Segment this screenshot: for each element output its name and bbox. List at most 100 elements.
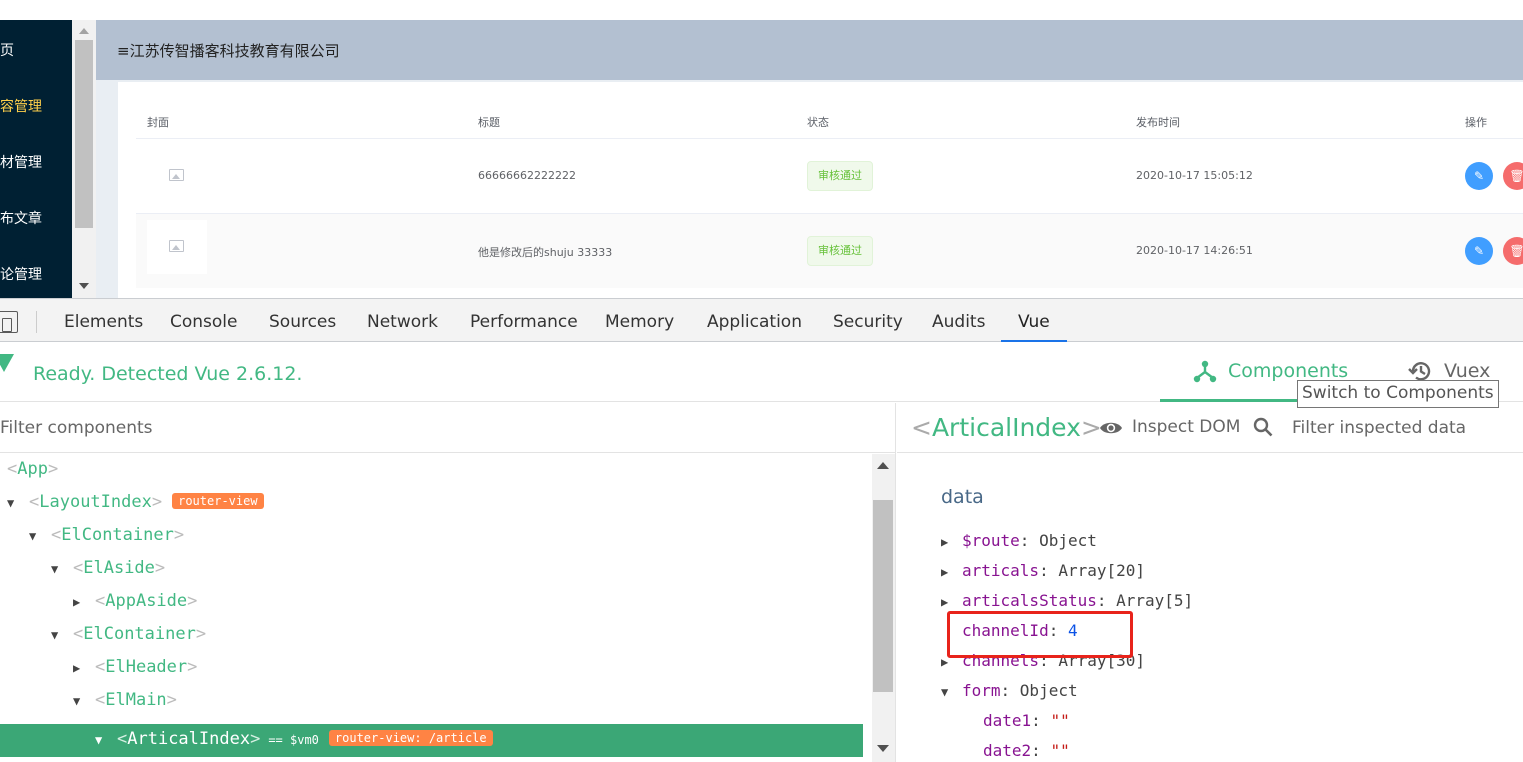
components-label: Components xyxy=(1228,360,1349,382)
edit-icon: ✎ xyxy=(1473,244,1485,258)
row-publish-time: 2020-10-17 15:05:12 xyxy=(1136,169,1253,182)
expand-toggle-icon[interactable]: ▼ xyxy=(95,733,109,747)
tab-vue[interactable]: Vue xyxy=(1018,312,1050,332)
tab-memory[interactable]: Memory xyxy=(605,312,674,332)
tree-node-articalindex[interactable]: ▼ <ArticalIndex> == $vm0 router-view: /arti… xyxy=(0,724,863,757)
tree-scrollbar[interactable] xyxy=(872,454,895,762)
tab-network[interactable]: Network xyxy=(367,312,438,332)
table-row: 他是修改后的shuju 33333 审核通过 2020-10-17 14:26:… xyxy=(136,213,1523,288)
app-header: ≡江苏传智播客科技教育有限公司 xyxy=(96,20,1523,80)
tree-node-elmain[interactable]: ▼ <ElMain> xyxy=(0,685,872,718)
component-tree: <App> ▼ <LayoutIndex> router-view ▼ <ElCont… xyxy=(0,454,872,762)
expand-toggle-icon[interactable]: ▼ xyxy=(73,694,87,708)
component-name: AppAside xyxy=(105,591,188,611)
row-publish-time: 2020-10-17 14:26:51 xyxy=(1136,244,1253,257)
sidebar-item-publish[interactable]: 发布文章 xyxy=(0,208,72,228)
router-view-badge: router-view: /article xyxy=(328,730,493,746)
delete-button[interactable]: 🗑 xyxy=(1503,237,1523,265)
tab-security[interactable]: Security xyxy=(833,312,903,332)
edit-button[interactable]: ✎ xyxy=(1465,162,1493,190)
expand-toggle-icon[interactable]: ▼ xyxy=(51,628,65,642)
row-title: 他是修改后的shuju 33333 xyxy=(478,246,613,259)
inspect-dom-button[interactable]: Inspect DOM xyxy=(1132,417,1240,437)
component-name: ElMain xyxy=(105,690,167,710)
scroll-down-icon[interactable] xyxy=(877,745,889,752)
sidebar-scrollbar[interactable] xyxy=(72,20,96,298)
data-property[interactable]: ▶ $route: Object xyxy=(941,531,1097,550)
edit-icon: ✎ xyxy=(1473,169,1485,183)
tab-audits[interactable]: Audits xyxy=(932,312,985,332)
component-name: ElContainer xyxy=(61,525,174,545)
vue-status-text: Ready. Detected Vue 2.6.12. xyxy=(33,363,303,385)
company-title[interactable]: ≡江苏传智播客科技教育有限公司 xyxy=(117,40,340,61)
component-name: App xyxy=(17,459,48,479)
sidebar-item-home[interactable]: 首页 xyxy=(0,40,72,60)
expand-toggle-icon[interactable]: ▼ xyxy=(51,562,65,576)
data-property[interactable]: ▶ articals: Array[20] xyxy=(941,561,1145,580)
components-nav-button[interactable]: Components xyxy=(1160,342,1348,402)
filter-inspected-input[interactable] xyxy=(1292,415,1522,441)
image-placeholder-icon xyxy=(169,169,184,181)
device-toggle-icon[interactable] xyxy=(0,311,18,333)
column-header-actions: 操作 xyxy=(1465,116,1487,129)
expand-toggle-icon[interactable]: ▼ xyxy=(29,529,43,543)
cover-image xyxy=(147,220,207,274)
sidebar: 首页 内容管理 素材管理 发布文章 评论管理 xyxy=(0,20,72,298)
tab-console[interactable]: Console xyxy=(170,312,238,332)
vue-logo-icon xyxy=(0,354,14,372)
tab-sources[interactable]: Sources xyxy=(269,312,336,332)
expand-toggle-icon[interactable]: ▶ xyxy=(73,595,87,609)
vuex-label: Vuex xyxy=(1444,360,1491,382)
table-row: 66666662222222 审核通过 2020-10-17 15:05:12 … xyxy=(136,138,1523,213)
search-icon xyxy=(1253,417,1273,437)
tree-node-layoutindex[interactable]: ▼ <LayoutIndex> router-view xyxy=(0,487,872,520)
tree-node-elheader[interactable]: ▶ <ElHeader> xyxy=(0,652,872,685)
data-property[interactable]: ▶ articalsStatus: Array[5] xyxy=(941,591,1193,610)
tab-application[interactable]: Application xyxy=(707,312,802,332)
edit-button[interactable]: ✎ xyxy=(1465,237,1493,265)
tab-elements[interactable]: Elements xyxy=(64,312,143,332)
data-property[interactable]: date1: "" xyxy=(962,711,1070,730)
scroll-up-icon[interactable] xyxy=(79,28,89,34)
tab-divider xyxy=(36,311,37,333)
inspector-pane: <ArticalIndex> Inspect DOM data ▶$route:… xyxy=(897,403,1523,762)
component-tree-pane: <App> ▼<LayoutIndex>router-view ▼<ElCont… xyxy=(0,403,896,762)
delete-button[interactable]: 🗑 xyxy=(1503,162,1523,190)
column-header-title: 标题 xyxy=(478,116,500,129)
tooltip: Switch to Components xyxy=(1297,380,1499,408)
status-badge: 审核通过 xyxy=(807,236,873,266)
sidebar-item-media[interactable]: 素材管理 xyxy=(0,152,72,172)
row-title: 66666662222222 xyxy=(478,169,576,182)
sidebar-item-comments[interactable]: 评论管理 xyxy=(0,264,72,284)
eye-icon[interactable] xyxy=(1099,419,1123,437)
main-container: ≡江苏传智播客科技教育有限公司 封面 标题 状态 发布时间 操作 6666666… xyxy=(96,20,1523,298)
scroll-up-icon[interactable] xyxy=(877,462,889,469)
tree-node-elcontainer[interactable]: ▼ <ElContainer> xyxy=(0,520,872,553)
expand-toggle-icon[interactable]: ▶ xyxy=(73,661,87,675)
tree-node-appaside[interactable]: ▶ <AppAside> xyxy=(0,586,872,619)
tree-node-elaside[interactable]: ▼ <ElAside> xyxy=(0,553,872,586)
component-name: ElHeader xyxy=(105,657,188,677)
tab-performance[interactable]: Performance xyxy=(470,312,578,332)
vm-reference: == $vm0 xyxy=(268,733,319,747)
component-name: ElAside xyxy=(83,558,155,578)
devtools-panel: Elements Console Sources Network Perform… xyxy=(0,298,1523,762)
component-name: LayoutIndex xyxy=(39,492,152,512)
vue-devtools-header: Ready. Detected Vue 2.6.12. Components V… xyxy=(0,342,1523,402)
data-property[interactable]: ▼ form: Object xyxy=(941,681,1078,700)
scroll-down-icon[interactable] xyxy=(79,283,89,289)
expand-toggle-icon[interactable]: ▼ xyxy=(7,496,21,510)
data-property[interactable]: date2: "" xyxy=(962,741,1070,760)
scrollbar-thumb[interactable] xyxy=(873,500,893,692)
app-page: 首页 内容管理 素材管理 发布文章 评论管理 ≡江苏传智播客科技教育有限公司 封… xyxy=(0,0,1523,298)
tree-node-elcontainer[interactable]: ▼ <ElContainer> xyxy=(0,619,872,652)
column-header-status: 状态 xyxy=(807,116,829,129)
component-name: ArticalIndex xyxy=(127,729,251,749)
inspector-toolbar: <ArticalIndex> Inspect DOM xyxy=(897,403,1523,453)
delete-icon: 🗑 xyxy=(1509,244,1523,258)
sidebar-item-content[interactable]: 内容管理 xyxy=(0,96,72,116)
scrollbar-thumb[interactable] xyxy=(75,40,93,228)
filter-components-input[interactable] xyxy=(0,415,600,441)
article-table: 封面 标题 状态 发布时间 操作 66666662222222 审核通过 202… xyxy=(118,82,1523,298)
tree-node-app[interactable]: <App> xyxy=(0,454,872,487)
